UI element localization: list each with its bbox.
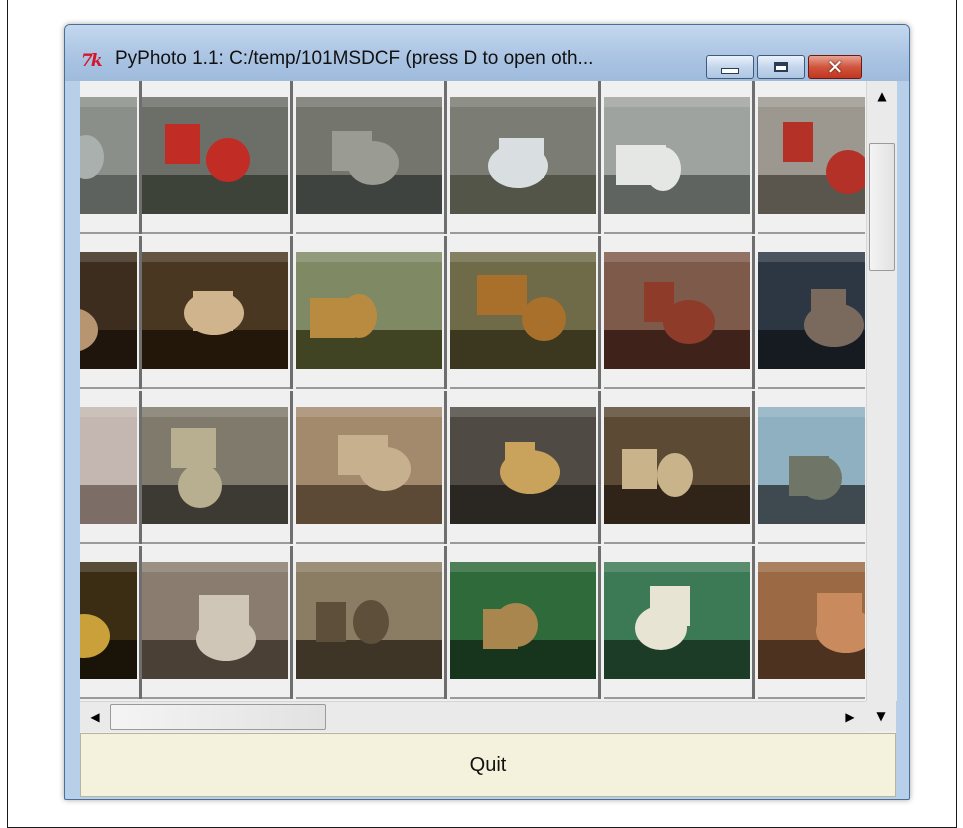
photo-bronze-helmet: [296, 252, 442, 369]
photo-dome-roof: [450, 97, 596, 214]
maximize-icon: [774, 62, 788, 72]
photo-gold-artifacts: [450, 407, 596, 524]
thumbnail-cell[interactable]: [604, 81, 755, 234]
photo-street-buses: [142, 97, 288, 214]
photo-horned-helmet: [450, 562, 596, 679]
thumbnail-cell[interactable]: [450, 236, 601, 389]
thumbnail-grid: [80, 81, 865, 701]
minimize-icon: [721, 68, 739, 74]
thumbnail-cell[interactable]: [604, 236, 755, 389]
thumbnail-cell[interactable]: [758, 236, 865, 389]
thumbnail-cell[interactable]: [604, 391, 755, 544]
photo-sphinx: [80, 407, 137, 524]
thumbnail-cell[interactable]: [142, 546, 293, 699]
scroll-up-icon: ▲: [877, 89, 887, 103]
scroll-right-icon: ▶: [845, 710, 855, 724]
photo-clay-vessel: [450, 252, 596, 369]
photo-office-blocks: [604, 97, 750, 214]
photo-temple-columns-1: [80, 252, 137, 369]
photo-small-figures: [604, 407, 750, 524]
thumbnail-cell[interactable]: [142, 81, 293, 234]
photo-green-display: [604, 562, 750, 679]
photo-bronze-spears: [296, 562, 442, 679]
thumbnail-cell[interactable]: [758, 81, 865, 234]
scroll-left-icon: ◀: [90, 710, 100, 724]
thumbnail-cell[interactable]: [450, 546, 601, 699]
horizontal-scroll-thumb[interactable]: [110, 704, 326, 730]
scroll-up-button[interactable]: ▲: [868, 82, 896, 110]
thumbnail-cell[interactable]: [80, 236, 142, 389]
horizontal-scrollbar[interactable]: ◀ ▶: [80, 701, 866, 732]
thumbnail-cell[interactable]: [142, 391, 293, 544]
thumbnail-cell[interactable]: [296, 546, 447, 699]
photo-river-eye: [296, 97, 442, 214]
close-icon: ✕: [826, 55, 844, 79]
thumbnail-cell[interactable]: [142, 236, 293, 389]
scroll-right-button[interactable]: ▶: [836, 703, 864, 731]
thumbnail-cell[interactable]: [758, 546, 865, 699]
thumbnail-cell[interactable]: [296, 391, 447, 544]
thumbnail-cell[interactable]: [80, 546, 142, 699]
photo-warrior-helmet: [758, 562, 865, 679]
title-bar[interactable]: 7k PyPhoto 1.1: C:/temp/101MSDCF (press …: [65, 25, 909, 81]
scroll-down-icon: ▼: [876, 709, 886, 723]
photo-mosaic-tiles: [142, 407, 288, 524]
vertical-scrollbar[interactable]: ▲: [866, 81, 897, 701]
photo-gold-cylinder: [80, 562, 137, 679]
thumbnail-cell[interactable]: [604, 546, 755, 699]
photo-mosaic-lion: [296, 407, 442, 524]
photo-city-aerial: [80, 97, 137, 214]
quit-button[interactable]: Quit: [80, 733, 896, 797]
thumbnail-cell[interactable]: [450, 81, 601, 234]
thumbnail-cell[interactable]: [296, 236, 447, 389]
photo-statue-blue: [758, 252, 865, 369]
scroll-down-button[interactable]: ▼: [867, 702, 895, 730]
close-button[interactable]: ✕: [808, 55, 862, 79]
photo-street-bus: [758, 97, 865, 214]
minimize-button[interactable]: [706, 55, 754, 79]
thumbnail-cell[interactable]: [80, 391, 142, 544]
vertical-scroll-thumb[interactable]: [869, 143, 895, 271]
photo-glass-case: [142, 562, 288, 679]
thumbnail-cell[interactable]: [450, 391, 601, 544]
photo-carved-figure: [604, 252, 750, 369]
app-window: 7k PyPhoto 1.1: C:/temp/101MSDCF (press …: [64, 24, 910, 800]
client-area: ▲ ◀ ▶ ▼ Quit: [80, 81, 897, 797]
photo-stone-relief: [758, 407, 865, 524]
photo-temple-columns-2: [142, 252, 288, 369]
thumbnail-cell[interactable]: [296, 81, 447, 234]
thumbnail-cell[interactable]: [80, 81, 142, 234]
tk-logo-icon: 7k: [81, 51, 103, 71]
maximize-button[interactable]: [757, 55, 805, 79]
window-title: PyPhoto 1.1: C:/temp/101MSDCF (press D t…: [115, 48, 594, 69]
scroll-corner: ▼: [866, 701, 896, 731]
thumbnail-cell[interactable]: [758, 391, 865, 544]
scroll-left-button[interactable]: ◀: [81, 703, 109, 731]
